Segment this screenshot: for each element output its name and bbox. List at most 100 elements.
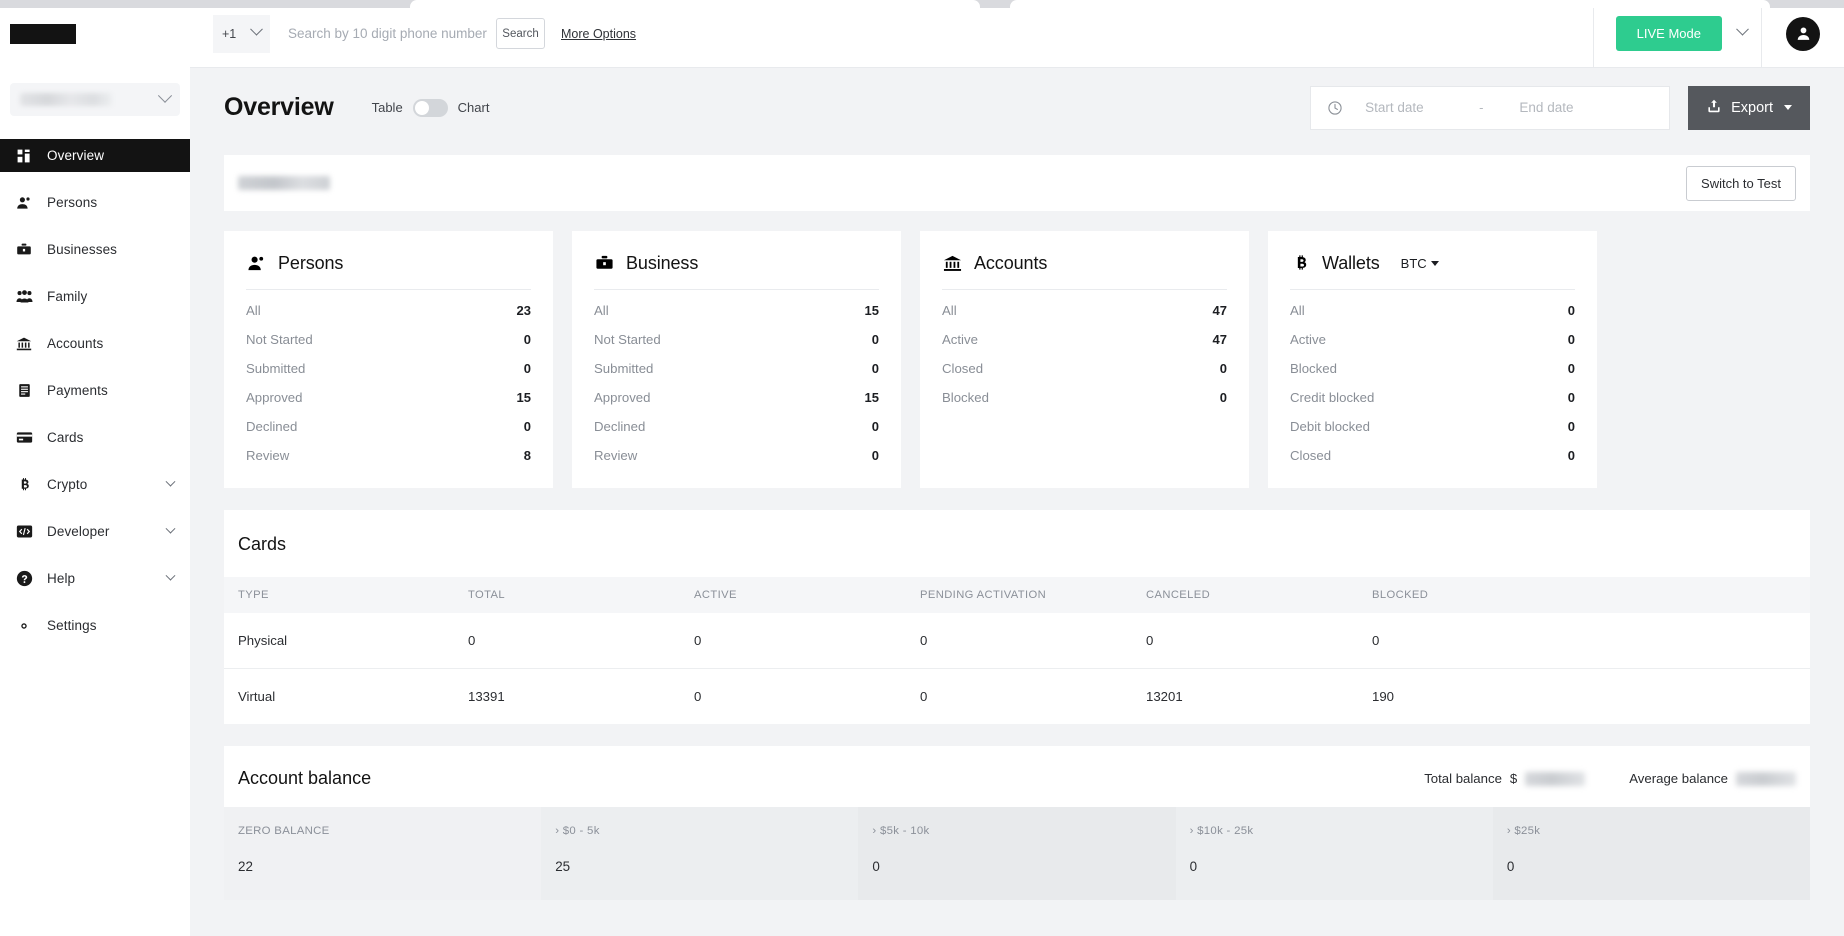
org-selector[interactable] bbox=[10, 83, 180, 116]
stat-row[interactable]: Blocked 0 bbox=[942, 383, 1227, 412]
sidebar-item-settings[interactable]: Settings bbox=[0, 609, 190, 642]
account-balance-metrics: Total balance $ Average balance bbox=[1424, 771, 1796, 786]
sidebar-item-accounts[interactable]: Accounts bbox=[0, 327, 190, 360]
live-mode-button[interactable]: LIVE Mode bbox=[1615, 16, 1722, 51]
org-name-redacted bbox=[20, 93, 112, 106]
sidebar-item-persons[interactable]: Persons bbox=[0, 186, 190, 219]
stat-row[interactable]: Declined 0 bbox=[246, 412, 531, 441]
sidebar-item-cards[interactable]: Cards bbox=[0, 421, 190, 454]
sidebar-item-overview[interactable]: Overview bbox=[0, 139, 190, 172]
stat-row[interactable]: All 15 bbox=[594, 296, 879, 325]
stat-row[interactable]: All 23 bbox=[246, 296, 531, 325]
toggle-label-table[interactable]: Table bbox=[372, 100, 403, 115]
more-options-link[interactable]: More Options bbox=[561, 27, 636, 41]
stat-row[interactable]: Active 47 bbox=[942, 325, 1227, 354]
stat-card-title: Accounts bbox=[974, 253, 1048, 273]
table-row[interactable]: Virtual 13391 0 0 13201 190 bbox=[224, 669, 1810, 725]
top-bar-right: LIVE Mode bbox=[1592, 0, 1844, 68]
cards-table-head: TYPE TOTAL ACTIVE PENDING ACTIVATION CAN… bbox=[224, 577, 1810, 613]
balance-bucket-10k-25k[interactable]: › $10k - 25k 0 bbox=[1175, 807, 1493, 900]
stat-row[interactable]: Declined 0 bbox=[594, 412, 879, 441]
stat-row-value: 0 bbox=[523, 332, 531, 347]
upload-icon bbox=[1706, 98, 1722, 118]
stat-row-label: Not Started bbox=[594, 332, 661, 347]
stat-row[interactable]: Credit blocked 0 bbox=[1290, 383, 1575, 412]
account-menu bbox=[1761, 0, 1844, 68]
column-header-pending[interactable]: PENDING ACTIVATION bbox=[906, 577, 1132, 613]
cell-blocked: 190 bbox=[1372, 689, 1395, 704]
stat-row[interactable]: Submitted 0 bbox=[246, 354, 531, 383]
sidebar-item-businesses[interactable]: Businesses bbox=[0, 233, 190, 266]
date-range-separator: - bbox=[1479, 100, 1484, 115]
sidebar: Overview Persons Businesses Family Accou… bbox=[0, 0, 190, 936]
browser-address-bar[interactable] bbox=[1010, 0, 1770, 8]
cell-blocked: 0 bbox=[1358, 613, 1810, 669]
country-code-select[interactable]: +1 bbox=[213, 14, 270, 53]
bucket-value: 0 bbox=[1189, 859, 1198, 874]
code-icon bbox=[14, 522, 34, 542]
stat-card-title: Persons bbox=[278, 253, 344, 273]
sidebar-item-developer[interactable]: Developer bbox=[0, 515, 190, 548]
cards-section-title: Cards bbox=[238, 534, 287, 554]
sidebar-item-payments[interactable]: Payments bbox=[0, 374, 190, 407]
stat-row[interactable]: Closed 0 bbox=[942, 354, 1227, 383]
table-header-row: TYPE TOTAL ACTIVE PENDING ACTIVATION CAN… bbox=[224, 577, 1810, 613]
column-header-type[interactable]: TYPE bbox=[224, 577, 454, 613]
balance-bucket-0-5k[interactable]: › $0 - 5k 25 bbox=[541, 807, 859, 900]
stat-row[interactable]: Review 0 bbox=[594, 441, 879, 470]
stat-row-value: 15 bbox=[864, 390, 879, 405]
column-header-total[interactable]: TOTAL bbox=[454, 577, 680, 613]
date-range-picker[interactable]: - bbox=[1310, 85, 1671, 130]
stat-row[interactable]: Approved 15 bbox=[594, 383, 879, 412]
chevron-down-icon[interactable] bbox=[1736, 22, 1749, 36]
cell-active: 0 bbox=[694, 689, 702, 704]
table-row[interactable]: Physical 0 0 0 0 0 bbox=[224, 613, 1810, 669]
balance-bucket-25k-plus[interactable]: › $25k 0 bbox=[1492, 807, 1811, 900]
divider bbox=[1290, 289, 1575, 290]
briefcase-icon bbox=[594, 253, 615, 274]
sidebar-item-crypto[interactable]: Crypto bbox=[0, 468, 190, 501]
avatar[interactable] bbox=[1786, 16, 1820, 51]
stat-row[interactable]: Approved 15 bbox=[246, 383, 531, 412]
sidebar-item-help[interactable]: Help bbox=[0, 562, 190, 595]
wallet-currency-select[interactable]: BTC bbox=[1401, 256, 1439, 271]
stat-row[interactable]: Review 8 bbox=[246, 441, 531, 470]
stat-row[interactable]: Not Started 0 bbox=[594, 325, 879, 354]
stat-row[interactable]: Active 0 bbox=[1290, 325, 1575, 354]
bucket-label: › $25k bbox=[1506, 825, 1541, 837]
stat-row-value: 0 bbox=[1567, 419, 1575, 434]
page-header: Overview Table Chart - Export bbox=[190, 68, 1844, 147]
app-logo[interactable] bbox=[10, 24, 76, 44]
stat-card-business: Business All 15 Not Started 0 Submitted 0 A… bbox=[572, 231, 901, 488]
stat-row[interactable]: All 47 bbox=[942, 296, 1227, 325]
search-button[interactable]: Search bbox=[496, 18, 545, 49]
stat-row-value: 0 bbox=[871, 419, 879, 434]
person-icon bbox=[246, 253, 267, 274]
browser-tab[interactable] bbox=[410, 0, 980, 8]
toggle-label-chart[interactable]: Chart bbox=[458, 100, 490, 115]
search-input[interactable] bbox=[288, 26, 488, 41]
balance-bucket-5k-10k[interactable]: › $5k - 10k 0 bbox=[858, 807, 1176, 900]
balance-bucket-zero[interactable]: ZERO BALANCE 22 bbox=[224, 807, 542, 900]
stat-row[interactable]: Not Started 0 bbox=[246, 325, 531, 354]
stat-row-label: Not Started bbox=[246, 332, 313, 347]
view-toggle-switch[interactable] bbox=[412, 98, 448, 117]
chevron-down-icon bbox=[165, 523, 176, 534]
switch-to-test-button[interactable]: Switch to Test bbox=[1686, 165, 1796, 201]
column-header-canceled[interactable]: CANCELED bbox=[1132, 577, 1358, 613]
stat-row-label: All bbox=[246, 303, 261, 318]
sidebar-item-label: Overview bbox=[47, 148, 105, 163]
start-date-input[interactable] bbox=[1365, 100, 1466, 115]
stat-row[interactable]: Closed 0 bbox=[1290, 441, 1575, 470]
cell-type: Virtual bbox=[238, 689, 276, 704]
sidebar-item-family[interactable]: Family bbox=[0, 280, 190, 313]
end-date-input[interactable] bbox=[1519, 100, 1620, 115]
cell-active: 0 bbox=[680, 613, 906, 669]
stat-row[interactable]: All 0 bbox=[1290, 296, 1575, 325]
column-header-active[interactable]: ACTIVE bbox=[680, 577, 906, 613]
stat-row[interactable]: Debit blocked 0 bbox=[1290, 412, 1575, 441]
stat-row[interactable]: Submitted 0 bbox=[594, 354, 879, 383]
column-header-blocked[interactable]: BLOCKED bbox=[1358, 577, 1810, 613]
stat-row[interactable]: Blocked 0 bbox=[1290, 354, 1575, 383]
export-button[interactable]: Export bbox=[1688, 85, 1810, 130]
